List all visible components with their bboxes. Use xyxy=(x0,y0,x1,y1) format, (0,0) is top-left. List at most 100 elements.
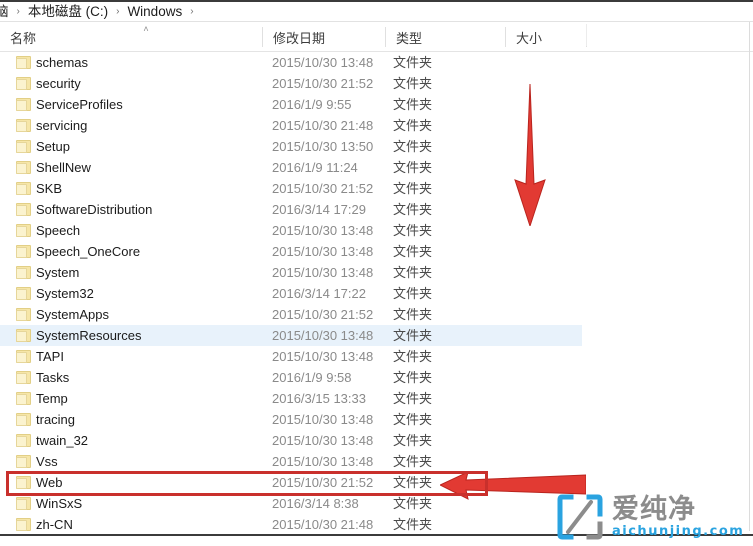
table-row[interactable]: SystemApps 2015/10/30 21:52 文件夹 xyxy=(0,304,753,325)
table-row[interactable]: SKB 2015/10/30 21:52 文件夹 xyxy=(0,178,753,199)
cell-file-name: Vss xyxy=(36,454,58,469)
breadcrumb-item-computer[interactable]: 脑 xyxy=(0,3,10,21)
column-header-type[interactable]: 类型 xyxy=(386,22,505,52)
folder-icon xyxy=(16,455,31,468)
table-row[interactable]: security 2015/10/30 21:52 文件夹 xyxy=(0,73,753,94)
breadcrumb-chevron-icon[interactable]: › xyxy=(183,3,200,21)
cell-date-modified: 2015/10/30 21:52 xyxy=(272,181,374,196)
cell-file-size xyxy=(512,304,582,325)
folder-icon xyxy=(16,98,31,111)
window-bottom-border xyxy=(0,534,753,536)
cell-file-name: servicing xyxy=(36,118,88,133)
breadcrumb-item-local-disk[interactable]: 本地磁盘 (C:) xyxy=(27,3,109,21)
cell-file-size xyxy=(512,430,582,451)
column-header-name[interactable]: 名称 ˄ xyxy=(0,22,262,52)
cell-file-name: WinSxS xyxy=(36,496,83,511)
cell-file-type: 文件夹 xyxy=(393,286,433,301)
cell-date-modified: 2015/10/30 13:48 xyxy=(272,265,374,280)
cell-file-size xyxy=(512,262,582,283)
folder-icon xyxy=(16,140,31,153)
cell-file-name: ShellNew xyxy=(36,160,91,175)
folder-icon xyxy=(16,266,31,279)
table-row[interactable]: ServiceProfiles 2016/1/9 9:55 文件夹 xyxy=(0,94,753,115)
cell-file-size xyxy=(512,199,582,220)
breadcrumb-separator-icon: › xyxy=(16,5,20,17)
cell-date-modified: 2015/10/30 21:48 xyxy=(272,517,374,532)
cell-file-size xyxy=(512,283,582,304)
cell-file-size xyxy=(512,178,582,199)
cell-file-size xyxy=(512,451,582,472)
cell-file-size xyxy=(512,115,582,136)
table-row[interactable]: Speech 2015/10/30 13:48 文件夹 xyxy=(0,220,753,241)
table-row[interactable]: twain_32 2015/10/30 13:48 文件夹 xyxy=(0,430,753,451)
table-row[interactable]: ShellNew 2016/1/9 11:24 文件夹 xyxy=(0,157,753,178)
sort-ascending-icon: ˄ xyxy=(143,24,149,34)
table-row[interactable]: Web 2015/10/30 21:52 文件夹 xyxy=(0,472,753,493)
cell-file-size xyxy=(512,73,582,94)
cell-file-type: 文件夹 xyxy=(393,517,433,532)
table-row[interactable]: schemas 2015/10/30 13:48 文件夹 xyxy=(0,52,753,73)
folder-icon xyxy=(16,392,31,405)
cell-file-size xyxy=(512,220,582,241)
table-row[interactable]: Vss 2015/10/30 13:48 文件夹 xyxy=(0,451,753,472)
folder-icon xyxy=(16,434,31,447)
table-row[interactable]: Temp 2016/3/15 13:33 文件夹 xyxy=(0,388,753,409)
table-row[interactable]: zh-CN 2015/10/30 21:48 文件夹 xyxy=(0,514,753,535)
cell-date-modified: 2015/10/30 21:52 xyxy=(272,475,374,490)
cell-date-modified: 2016/3/14 17:22 xyxy=(272,286,366,301)
column-header-date-modified[interactable]: 修改日期 xyxy=(263,22,385,52)
folder-icon xyxy=(16,497,31,510)
cell-file-name: tracing xyxy=(36,412,76,427)
cell-file-size xyxy=(512,514,582,535)
table-row[interactable]: WinSxS 2016/3/14 8:38 文件夹 xyxy=(0,493,753,514)
cell-file-size xyxy=(512,388,582,409)
cell-date-modified: 2016/1/9 11:24 xyxy=(272,160,358,175)
cell-file-type: 文件夹 xyxy=(393,181,433,196)
cell-date-modified: 2015/10/30 13:48 xyxy=(272,433,374,448)
cell-file-type: 文件夹 xyxy=(393,328,433,343)
table-row[interactable]: System32 2016/3/14 17:22 文件夹 xyxy=(0,283,753,304)
cell-file-name: Speech_OneCore xyxy=(36,244,141,259)
file-list[interactable]: schemas 2015/10/30 13:48 文件夹 security 2015/1… xyxy=(0,52,753,532)
column-header-type-label: 类型 xyxy=(396,30,423,46)
breadcrumb-item-windows[interactable]: Windows xyxy=(126,3,183,21)
cell-file-name: twain_32 xyxy=(36,433,89,448)
cell-date-modified: 2015/10/30 13:48 xyxy=(272,328,374,343)
breadcrumb-separator-icon: › xyxy=(116,5,120,17)
cell-file-name: zh-CN xyxy=(36,517,73,532)
table-row[interactable]: SoftwareDistribution 2016/3/14 17:29 文件夹 xyxy=(0,199,753,220)
cell-file-size xyxy=(512,409,582,430)
cell-file-name: TAPI xyxy=(36,349,64,364)
table-row[interactable]: Tasks 2016/1/9 9:58 文件夹 xyxy=(0,367,753,388)
folder-icon xyxy=(16,203,31,216)
cell-date-modified: 2016/1/9 9:55 xyxy=(272,97,352,112)
cell-file-type: 文件夹 xyxy=(393,412,433,427)
cell-file-type: 文件夹 xyxy=(393,370,433,385)
window-right-border xyxy=(749,22,750,531)
column-header-size[interactable]: 大小 xyxy=(506,22,586,52)
address-bar[interactable]: 脑 › 本地磁盘 (C:) › Windows › xyxy=(0,0,753,22)
cell-file-type: 文件夹 xyxy=(393,55,433,70)
table-row[interactable]: System 2015/10/30 13:48 文件夹 xyxy=(0,262,753,283)
cell-file-name: Web xyxy=(36,475,63,490)
cell-date-modified: 2016/3/14 8:38 xyxy=(272,496,359,511)
folder-icon xyxy=(16,245,31,258)
cell-date-modified: 2015/10/30 21:52 xyxy=(272,76,374,91)
cell-file-name: SKB xyxy=(36,181,63,196)
folder-icon xyxy=(16,287,31,300)
table-row[interactable]: Speech_OneCore 2015/10/30 13:48 文件夹 xyxy=(0,241,753,262)
folder-icon xyxy=(16,77,31,90)
table-row[interactable]: servicing 2015/10/30 21:48 文件夹 xyxy=(0,115,753,136)
cell-date-modified: 2015/10/30 21:48 xyxy=(272,118,374,133)
cell-file-size xyxy=(512,241,582,262)
column-header-size-label: 大小 xyxy=(516,30,543,46)
table-row[interactable]: tracing 2015/10/30 13:48 文件夹 xyxy=(0,409,753,430)
cell-file-type: 文件夹 xyxy=(393,433,433,448)
table-row[interactable]: TAPI 2015/10/30 13:48 文件夹 xyxy=(0,346,753,367)
cell-file-name: security xyxy=(36,76,81,91)
cell-file-name: System32 xyxy=(36,286,94,301)
table-row[interactable]: SystemResources 2015/10/30 13:48 文件夹 xyxy=(0,325,753,346)
cell-file-type: 文件夹 xyxy=(393,244,433,259)
cell-file-size xyxy=(512,136,582,157)
table-row[interactable]: Setup 2015/10/30 13:50 文件夹 xyxy=(0,136,753,157)
